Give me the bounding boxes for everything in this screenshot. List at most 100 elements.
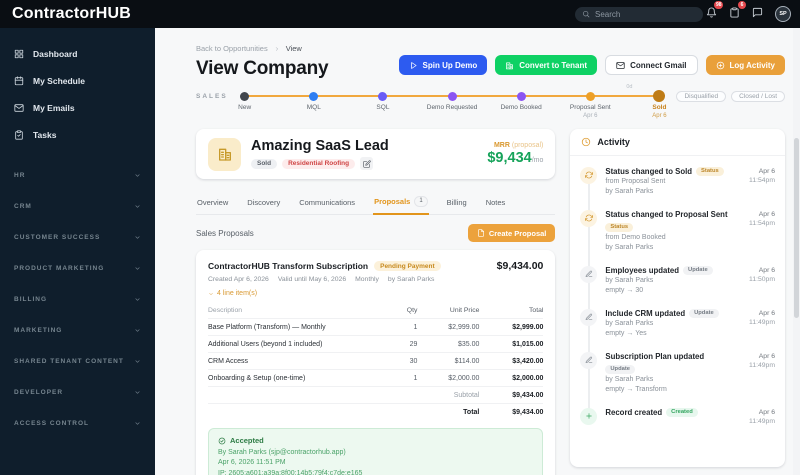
sidebar-section-crm[interactable]: CRM bbox=[0, 191, 155, 222]
sidebar-section-product-marketing[interactable]: PRODUCT MARKETING bbox=[0, 253, 155, 284]
search-box[interactable] bbox=[575, 6, 703, 22]
app-logo[interactable]: ContractorHUB bbox=[12, 5, 131, 23]
pipeline-stage-mql[interactable]: MQL bbox=[307, 91, 321, 111]
activity-item-timestamp: Apr 6 11:49pm bbox=[742, 309, 775, 337]
clock-icon bbox=[581, 137, 591, 147]
terminal-stage-closed-lost[interactable]: Closed / Lost bbox=[731, 91, 785, 102]
tab-overview[interactable]: Overview bbox=[196, 190, 229, 214]
sidebar-section-shared-tenant-content[interactable]: SHARED TENANT CONTENT bbox=[0, 346, 155, 377]
mrr-label: MRR bbox=[493, 142, 510, 149]
create-proposal-button[interactable]: Create Proposal bbox=[467, 224, 556, 242]
log-activity-button[interactable]: Log Activity bbox=[705, 55, 785, 75]
table-row: CRM Access 30 $114.00 $3,420.00 bbox=[208, 353, 544, 370]
pipeline-stage-demo-booked[interactable]: Demo Booked bbox=[501, 91, 542, 111]
terminal-stage-disqualified[interactable]: Disqualified bbox=[676, 91, 727, 102]
chevron-down-icon bbox=[134, 234, 141, 241]
activity-item-timestamp: Apr 6 11:54pm bbox=[742, 167, 775, 195]
activity-item-time: 11:50pm bbox=[749, 276, 775, 284]
tab-billing[interactable]: Billing bbox=[446, 190, 468, 214]
company-name: Amazing SaaS Lead bbox=[251, 138, 389, 154]
table-header-cell: Qty bbox=[406, 306, 418, 314]
spin-up-demo-button[interactable]: Spin Up Demo bbox=[398, 55, 488, 75]
sidebar-section-label: ACCESS CONTROL bbox=[14, 420, 90, 427]
tab-proposals[interactable]: Proposals 1 bbox=[373, 190, 429, 215]
user-avatar[interactable]: SP bbox=[775, 6, 791, 22]
breadcrumb-back[interactable]: Back to Opportunities bbox=[196, 44, 268, 53]
line-items-toggle[interactable]: 4 line item(s) bbox=[208, 290, 543, 297]
sidebar-section-customer-success[interactable]: CUSTOMER SUCCESS bbox=[0, 222, 155, 253]
connect-gmail-button[interactable]: Connect Gmail bbox=[605, 55, 698, 75]
sidebar-item-dashboard[interactable]: Dashboard bbox=[0, 40, 155, 67]
activity-item-timestamp: Apr 6 11:54pm bbox=[742, 210, 775, 251]
sidebar-section-access-control[interactable]: ACCESS CONTROL bbox=[0, 408, 155, 439]
convert-to-tenant-button[interactable]: Convert to Tenant bbox=[495, 55, 598, 75]
stage-name: Proposal Sent bbox=[569, 104, 611, 111]
table-cell: $114.00 bbox=[454, 357, 480, 365]
pipeline-stage-new[interactable]: New bbox=[238, 91, 251, 111]
search-input[interactable] bbox=[595, 9, 696, 19]
activity-item-badge: Created bbox=[666, 407, 698, 417]
plus-circle-icon bbox=[716, 61, 725, 70]
tab-label: Discovery bbox=[247, 197, 281, 207]
tab-label: Proposals bbox=[374, 197, 411, 206]
stage-dot bbox=[653, 90, 666, 102]
activity-title: Activity bbox=[597, 137, 630, 147]
sidebar-item-my-emails[interactable]: My Emails bbox=[0, 94, 155, 121]
activity-item-detail: from Demo Booked bbox=[605, 234, 666, 241]
sidebar-section-label: PRODUCT MARKETING bbox=[14, 265, 105, 272]
activity-item-employees-updated: Employees updated Update by Sarah Parks emp… bbox=[580, 258, 775, 301]
stage-date: Apr 6 bbox=[652, 112, 667, 119]
proposals-heading: Sales Proposals bbox=[196, 228, 254, 238]
activity-item-title-row: Status changed to Proposal Sent Status bbox=[605, 210, 734, 232]
sidebar-section-hr[interactable]: HR bbox=[0, 160, 155, 191]
stage-name: Demo Requested bbox=[426, 104, 478, 111]
tab-notes[interactable]: Notes bbox=[485, 190, 507, 214]
subtotal-row: Subtotal $9,434.00 bbox=[208, 387, 544, 404]
scrollbar-thumb[interactable] bbox=[794, 138, 799, 318]
pipeline-stage-sql[interactable]: SQL bbox=[376, 91, 389, 111]
stage-name: Demo Booked bbox=[500, 104, 542, 111]
pencil-icon bbox=[580, 308, 598, 326]
sidebar-section-label: HR bbox=[14, 172, 26, 179]
stage-name: MQL bbox=[306, 104, 321, 111]
chevron-down-icon bbox=[208, 291, 214, 297]
tab-label: Overview bbox=[197, 197, 229, 207]
activity-item-detail: empty → 30 bbox=[605, 286, 644, 294]
table-cell: $2,000.00 bbox=[512, 374, 544, 382]
table-cell: $2,999.00 bbox=[512, 323, 544, 331]
tab-discovery[interactable]: Discovery bbox=[246, 190, 281, 214]
search-icon bbox=[582, 10, 590, 18]
stage-dot bbox=[240, 91, 250, 101]
activity-item-body: Status changed to Sold Status from Proposa… bbox=[605, 166, 734, 195]
pipeline-stage-proposal-sent[interactable]: Proposal Sent Apr 6 bbox=[570, 91, 611, 119]
sidebar-section-label: BILLING bbox=[14, 296, 47, 303]
notifications-button[interactable]: 98 bbox=[706, 1, 723, 23]
stage-dot bbox=[516, 91, 526, 101]
status-badge: Sold bbox=[251, 158, 278, 169]
total-row: Total $9,434.00 bbox=[208, 404, 543, 420]
tasks-button[interactable]: 6 bbox=[729, 1, 746, 23]
sidebar-item-tasks[interactable]: Tasks bbox=[0, 121, 155, 148]
activity-item-title-row: Record created Created bbox=[605, 407, 734, 417]
table-cell: $2,000.00 bbox=[448, 374, 480, 382]
page-scrollbar bbox=[793, 28, 800, 475]
messages-button[interactable] bbox=[752, 5, 763, 23]
pipeline-stage-demo-requested[interactable]: Demo Requested bbox=[427, 91, 477, 111]
table-cell: 30 bbox=[409, 357, 418, 365]
table-header-cell: Description bbox=[208, 306, 242, 314]
tab-communications[interactable]: Communications bbox=[298, 190, 356, 214]
pipeline-stage-sold[interactable]: Sold Apr 6 bbox=[652, 90, 667, 119]
activity-item-detail: by Sarah Parks bbox=[605, 320, 654, 327]
subtotal-value: $9,434.00 bbox=[512, 391, 544, 399]
sidebar-section-billing[interactable]: BILLING bbox=[0, 284, 155, 315]
table-cell: $2,999.00 bbox=[448, 323, 480, 331]
sidebar-section-developer[interactable]: DEVELOPER bbox=[0, 377, 155, 408]
sidebar-section-label: DEVELOPER bbox=[14, 389, 64, 396]
edit-company-button[interactable] bbox=[360, 157, 374, 170]
refresh-icon bbox=[580, 209, 598, 227]
chevron-down-icon bbox=[134, 358, 141, 365]
sidebar-item-my-schedule[interactable]: My Schedule bbox=[0, 67, 155, 94]
accepted-ip: IP: 2605:a601:a39a:8f00:14b5:79f4:c7de:e… bbox=[218, 469, 363, 475]
activity-item-badge: Update bbox=[689, 308, 719, 318]
sidebar-section-marketing[interactable]: MARKETING bbox=[0, 315, 155, 346]
